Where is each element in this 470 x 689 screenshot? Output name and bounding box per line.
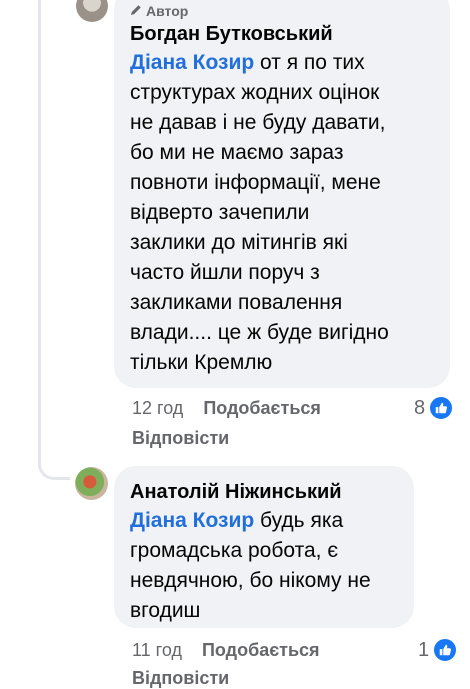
comment-bubble: Анатолій Ніжинський Діана Козир будь яка… <box>114 466 414 628</box>
timestamp[interactable]: 11 год <box>132 640 182 660</box>
commenter-name[interactable]: Богдан Бутковський <box>130 20 436 48</box>
reply-button[interactable]: Відповісти <box>132 428 229 449</box>
comment-text: Діана Козир будь яка громадська робота, … <box>130 506 400 626</box>
author-badge: Автор <box>130 2 436 20</box>
reaction-summary[interactable]: 1 <box>418 637 459 663</box>
thread-line <box>38 0 41 470</box>
comment-meta: 11 год Подобається <box>132 640 320 661</box>
thumbs-up-icon <box>428 395 455 421</box>
reply-button[interactable]: Відповісти <box>132 668 229 689</box>
pencil-icon <box>130 3 142 19</box>
thumbs-up-icon <box>432 637 459 663</box>
reaction-count: 1 <box>418 638 430 661</box>
commenter-name[interactable]: Анатолій Ніжинський <box>130 478 400 506</box>
comment-meta: 12 год Подобається <box>132 398 321 419</box>
avatar[interactable] <box>76 0 108 22</box>
comment-bubble: Автор Богдан Бутковський Діана Козир от … <box>114 0 450 388</box>
reaction-count: 8 <box>414 396 426 419</box>
avatar[interactable] <box>75 467 108 500</box>
comment-body: от я по тих структурах жодних оцінок не … <box>130 51 389 374</box>
thread-connector <box>38 440 70 480</box>
mention-link[interactable]: Діана Козир <box>130 509 254 532</box>
like-button[interactable]: Подобається <box>203 398 321 418</box>
mention-link[interactable]: Діана Козир <box>130 51 254 74</box>
like-button[interactable]: Подобається <box>202 640 320 660</box>
author-badge-label: Автор <box>146 3 189 19</box>
timestamp[interactable]: 12 год <box>132 398 183 418</box>
comment-text: Діана Козир от я по тих структурах жодни… <box>130 48 436 378</box>
reaction-summary[interactable]: 8 <box>414 395 455 421</box>
